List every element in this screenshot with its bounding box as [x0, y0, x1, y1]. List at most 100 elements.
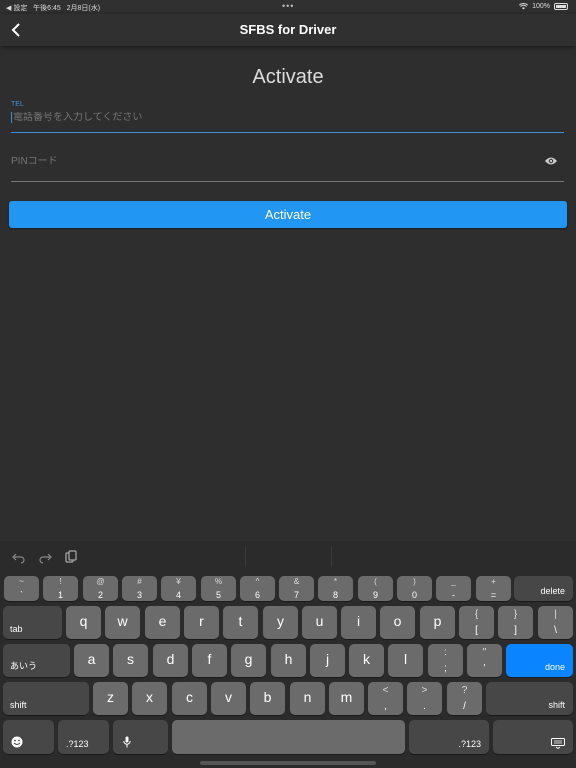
key-u[interactable]: u — [302, 606, 337, 639]
eye-icon[interactable] — [544, 156, 558, 166]
key-symbol[interactable]: <, — [368, 682, 403, 715]
redo-icon[interactable] — [38, 550, 52, 564]
key-7[interactable]: & 7 — [279, 576, 314, 601]
key-g[interactable]: g — [231, 644, 266, 677]
done-key[interactable]: done — [506, 644, 573, 677]
key-char: [ — [475, 625, 478, 636]
key-char: 0 — [411, 590, 417, 600]
key-j[interactable]: j — [310, 644, 345, 677]
key-char: m — [340, 689, 353, 705]
key-e[interactable]: e — [145, 606, 180, 639]
key-symbol[interactable]: :; — [428, 644, 463, 677]
key-s[interactable]: s — [113, 644, 148, 677]
key-x[interactable]: x — [132, 682, 167, 715]
key-p[interactable]: p — [420, 606, 455, 639]
numbers-label: .?123 — [458, 739, 481, 749]
key-8[interactable]: * 8 — [318, 576, 353, 601]
key-r[interactable]: r — [184, 606, 219, 639]
back-to-settings[interactable]: ◀ 設定 — [6, 5, 27, 12]
key-symbol[interactable]: >. — [407, 682, 442, 715]
key-n[interactable]: n — [290, 682, 325, 715]
key-1[interactable]: ! 1 — [43, 576, 78, 601]
key-char: ' — [483, 663, 486, 674]
key-y[interactable]: y — [263, 606, 298, 639]
emoji-key[interactable] — [3, 720, 54, 754]
key-w[interactable]: w — [105, 606, 140, 639]
key-=[interactable]: + = — [476, 576, 511, 601]
home-indicator — [200, 761, 376, 765]
key-3[interactable]: #3 — [122, 576, 157, 601]
software-keyboard: ~ `! 1 @2 #3 ¥4% 5 ^ 6 & 7 * 8(9) 0 _ - + = delete tab q w e r t… — [0, 541, 576, 768]
delete-key[interactable]: delete — [514, 576, 573, 601]
key-shift-char: ! — [59, 577, 62, 586]
key-shift-char: > — [421, 685, 428, 696]
done-label: done — [544, 662, 565, 672]
numbers-key-right[interactable]: .?123 — [409, 720, 489, 754]
activate-button[interactable]: Activate — [9, 201, 567, 228]
key-d[interactable]: d — [153, 644, 188, 677]
key-shift-char: | — [554, 609, 557, 620]
pin-field[interactable] — [11, 148, 564, 182]
delete-label: delete — [540, 586, 565, 596]
key-shift-char: * — [333, 577, 338, 586]
key-o[interactable]: o — [380, 606, 415, 639]
key-6[interactable]: ^ 6 — [240, 576, 275, 601]
hide-keyboard-key[interactable] — [493, 720, 573, 754]
tel-input[interactable] — [11, 112, 511, 123]
key-shift-char: % — [214, 577, 223, 586]
tab-key[interactable]: tab — [3, 606, 62, 639]
key-h[interactable]: h — [271, 644, 306, 677]
status-time: 午後6:45 — [33, 5, 61, 12]
key-m[interactable]: m — [329, 682, 364, 715]
key-q[interactable]: q — [66, 606, 101, 639]
numbers-key[interactable]: .?123 — [58, 720, 109, 754]
key-2[interactable]: @2 — [83, 576, 118, 601]
pin-input[interactable] — [11, 156, 511, 167]
paste-icon[interactable] — [64, 550, 78, 564]
key-shift-char: _ — [451, 577, 456, 586]
key-v[interactable]: v — [211, 682, 246, 715]
key-`[interactable]: ~ ` — [4, 576, 39, 601]
page-title: Activate — [252, 66, 324, 88]
key-symbol[interactable]: | \ — [538, 606, 573, 639]
key-c[interactable]: c — [172, 682, 207, 715]
key-k[interactable]: k — [349, 644, 384, 677]
key-9[interactable]: (9 — [358, 576, 393, 601]
status-bar: ◀ 設定 午後6:45 2月8日(水) ••• 100% — [0, 0, 576, 14]
key-a[interactable]: a — [74, 644, 109, 677]
tel-field[interactable]: TEL — [11, 100, 564, 133]
key-l[interactable]: l — [388, 644, 423, 677]
key-shift-char: : — [444, 647, 447, 658]
key-char: 7 — [293, 590, 299, 600]
key-z[interactable]: z — [93, 682, 128, 715]
multitask-dots[interactable]: ••• — [282, 1, 294, 11]
wifi-icon — [519, 3, 529, 10]
key-shift-char: ~ — [19, 577, 24, 586]
key-char: x — [146, 689, 153, 705]
key-b[interactable]: b — [250, 682, 285, 715]
key-t[interactable]: t — [223, 606, 258, 639]
key-symbol[interactable]: ? / — [447, 682, 482, 715]
key-symbol[interactable]: }] — [498, 606, 533, 639]
key-char: v — [225, 689, 232, 705]
key-symbol[interactable]: {[ — [459, 606, 494, 639]
status-right: 100% — [519, 3, 568, 10]
key-char: b — [263, 689, 272, 705]
right-shift-key[interactable]: shift — [486, 682, 573, 715]
nav-title: SFBS for Driver — [239, 22, 337, 37]
dictation-key[interactable] — [113, 720, 168, 754]
kana-key[interactable]: あいう — [3, 644, 70, 677]
key--[interactable]: _ - — [436, 576, 471, 601]
key-i[interactable]: i — [341, 606, 376, 639]
key-4[interactable]: ¥4 — [161, 576, 196, 601]
key-0[interactable]: ) 0 — [397, 576, 432, 601]
key-symbol[interactable]: " ' — [467, 644, 502, 677]
tel-label: TEL — [11, 101, 24, 108]
left-shift-key[interactable]: shift — [3, 682, 89, 715]
emoji-icon — [11, 736, 23, 748]
key-5[interactable]: % 5 — [201, 576, 236, 601]
undo-icon[interactable] — [12, 550, 26, 564]
key-shift-char: ? — [461, 685, 468, 696]
key-f[interactable]: f — [192, 644, 227, 677]
space-key[interactable] — [172, 720, 405, 754]
